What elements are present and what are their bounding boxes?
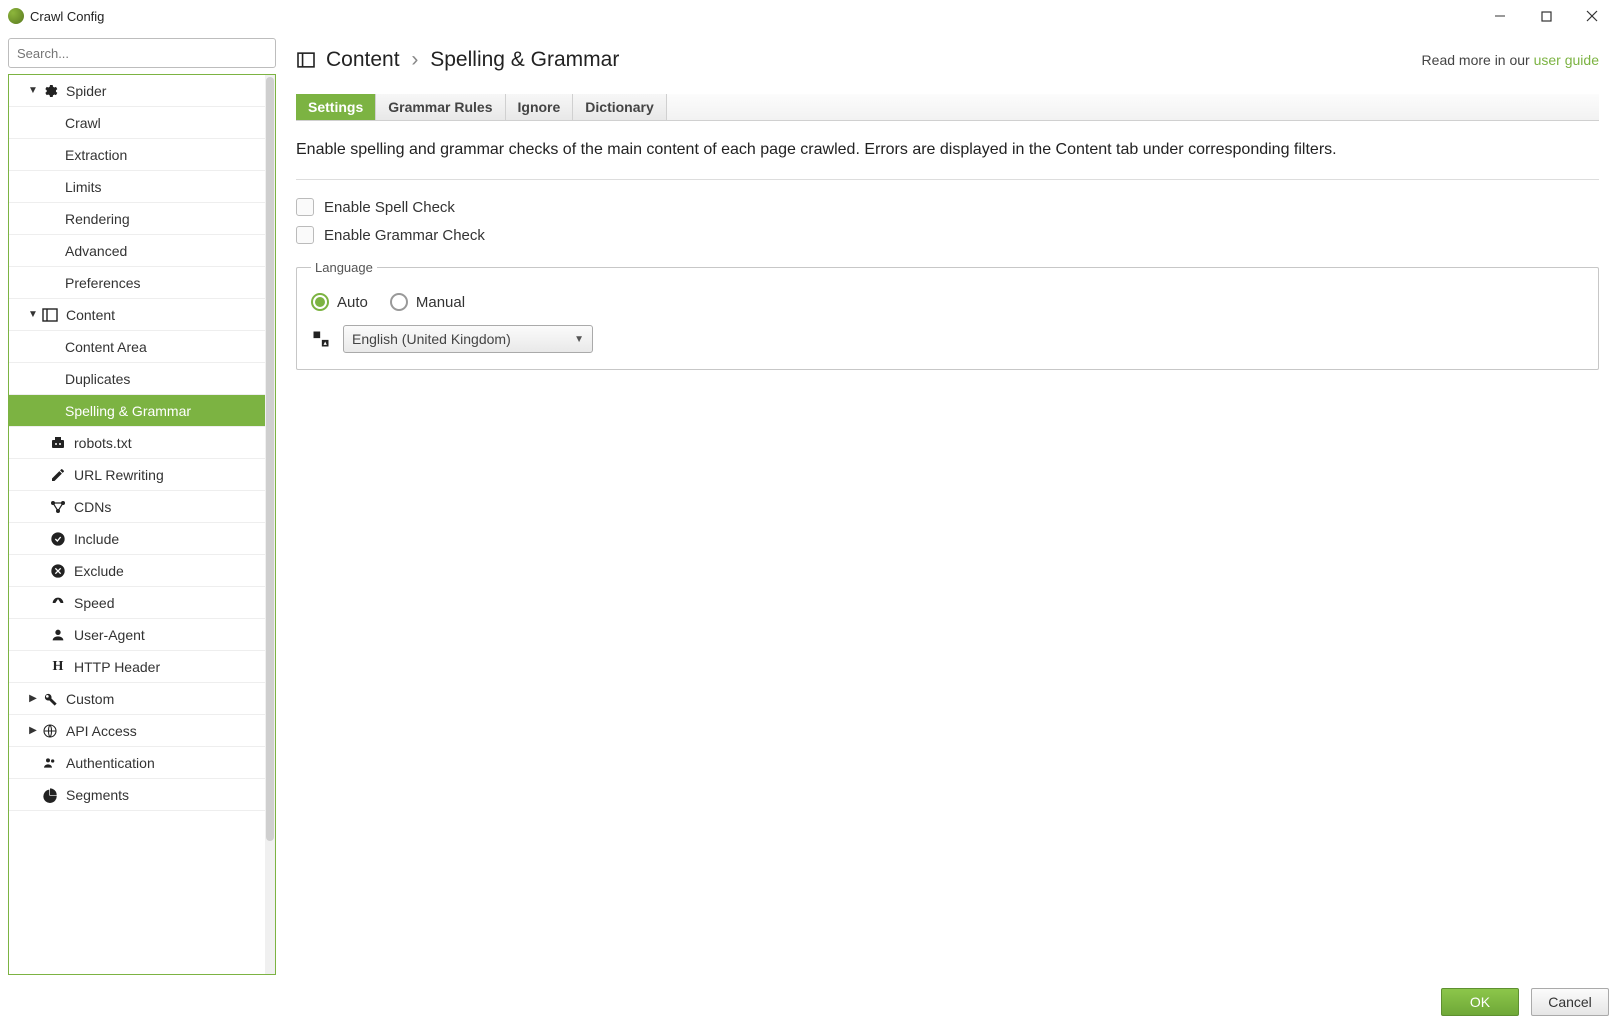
- checkbox-icon[interactable]: [296, 198, 314, 216]
- x-circle-icon: [49, 562, 67, 580]
- description-text: Enable spelling and grammar checks of th…: [296, 141, 1599, 159]
- content-icon: [296, 52, 316, 68]
- enable-spell-check-row[interactable]: Enable Spell Check: [296, 198, 1599, 216]
- language-select-value: English (United Kingdom): [352, 331, 511, 347]
- translate-icon: [311, 329, 331, 349]
- nav-limits[interactable]: Limits: [9, 171, 265, 203]
- tab-ignore[interactable]: Ignore: [506, 94, 574, 120]
- tabs: Settings Grammar Rules Ignore Dictionary: [296, 94, 1599, 121]
- nav-extraction[interactable]: Extraction: [9, 139, 265, 171]
- caret-right-icon: ▶: [25, 725, 41, 736]
- cancel-button[interactable]: Cancel: [1531, 988, 1609, 1016]
- nav-url-rewriting[interactable]: URL Rewriting: [9, 459, 265, 491]
- user-guide-link[interactable]: user guide: [1534, 52, 1599, 68]
- language-manual-radio[interactable]: Manual: [390, 293, 465, 311]
- caret-right-icon: ▶: [25, 693, 41, 704]
- caret-down-icon: ▼: [25, 85, 41, 96]
- nav-segments[interactable]: ▶ Segments: [9, 779, 265, 811]
- nav-user-agent[interactable]: User-Agent: [9, 619, 265, 651]
- maximize-button[interactable]: [1523, 0, 1569, 32]
- nav-http-header[interactable]: H HTTP Header: [9, 651, 265, 683]
- nav-content-label: Content: [66, 307, 115, 323]
- minimize-button[interactable]: [1477, 0, 1523, 32]
- h-icon: H: [49, 658, 67, 676]
- pie-icon: [41, 786, 59, 804]
- enable-grammar-check-row[interactable]: Enable Grammar Check: [296, 226, 1599, 244]
- language-fieldset: Language Auto Manual English (United Kin…: [296, 260, 1599, 370]
- user-icon: [49, 626, 67, 644]
- nav-custom[interactable]: ▶ Custom: [9, 683, 265, 715]
- app-icon: [8, 8, 24, 24]
- radio-icon[interactable]: [311, 293, 329, 311]
- nav-content-area[interactable]: Content Area: [9, 331, 265, 363]
- radio-icon[interactable]: [390, 293, 408, 311]
- sidebar-scrollbar[interactable]: [265, 75, 275, 974]
- nav-robots[interactable]: robots.txt: [9, 427, 265, 459]
- tab-grammar-rules[interactable]: Grammar Rules: [376, 94, 505, 120]
- footer: OK Cancel: [0, 981, 1623, 1023]
- network-icon: [49, 498, 67, 516]
- nav-include[interactable]: Include: [9, 523, 265, 555]
- tools-icon: [41, 690, 59, 708]
- search-input[interactable]: [8, 38, 276, 68]
- window-controls: [1477, 0, 1615, 32]
- nav-duplicates[interactable]: Duplicates: [9, 363, 265, 395]
- tab-settings[interactable]: Settings: [296, 94, 376, 120]
- nav-content[interactable]: ▼ Content: [9, 299, 265, 331]
- titlebar: Crawl Config: [0, 0, 1623, 32]
- nav-tree: ▼ Spider Crawl Extraction Limits Renderi…: [8, 74, 276, 975]
- help-text: Read more in our user guide: [1422, 52, 1599, 68]
- language-auto-radio[interactable]: Auto: [311, 293, 368, 311]
- nav-spider[interactable]: ▼ Spider: [9, 75, 265, 107]
- gear-icon: [41, 82, 59, 100]
- checkbox-icon[interactable]: [296, 226, 314, 244]
- main-panel: Content › Spelling & Grammar Read more i…: [276, 38, 1623, 975]
- gauge-icon: [49, 594, 67, 612]
- nav-cdns[interactable]: CDNs: [9, 491, 265, 523]
- window-title: Crawl Config: [30, 9, 104, 24]
- content-icon: [41, 306, 59, 324]
- lock-users-icon: [41, 754, 59, 772]
- nav-authentication[interactable]: ▶ Authentication: [9, 747, 265, 779]
- ok-button[interactable]: OK: [1441, 988, 1519, 1016]
- nav-api-access[interactable]: ▶ API Access: [9, 715, 265, 747]
- nav-crawl[interactable]: Crawl: [9, 107, 265, 139]
- caret-down-icon: ▼: [25, 309, 41, 320]
- breadcrumb-text: Content › Spelling & Grammar: [326, 48, 619, 72]
- tab-dictionary[interactable]: Dictionary: [573, 94, 666, 120]
- check-circle-icon: [49, 530, 67, 548]
- enable-grammar-check-label: Enable Grammar Check: [324, 227, 485, 244]
- nav-rendering[interactable]: Rendering: [9, 203, 265, 235]
- nav-spelling-grammar[interactable]: Spelling & Grammar: [9, 395, 265, 427]
- edit-icon: [49, 466, 67, 484]
- chevron-down-icon: ▼: [574, 334, 584, 345]
- language-legend: Language: [311, 260, 377, 275]
- nav-speed[interactable]: Speed: [9, 587, 265, 619]
- nav-advanced[interactable]: Advanced: [9, 235, 265, 267]
- close-button[interactable]: [1569, 0, 1615, 32]
- nav-spider-label: Spider: [66, 83, 106, 99]
- nav-exclude[interactable]: Exclude: [9, 555, 265, 587]
- globe-icon: [41, 722, 59, 740]
- breadcrumb: Content › Spelling & Grammar Read more i…: [296, 48, 1599, 72]
- language-select[interactable]: English (United Kingdom) ▼: [343, 325, 593, 353]
- enable-spell-check-label: Enable Spell Check: [324, 199, 455, 216]
- nav-preferences[interactable]: Preferences: [9, 267, 265, 299]
- divider: [296, 179, 1599, 180]
- robot-icon: [49, 434, 67, 452]
- sidebar: ▼ Spider Crawl Extraction Limits Renderi…: [8, 38, 276, 975]
